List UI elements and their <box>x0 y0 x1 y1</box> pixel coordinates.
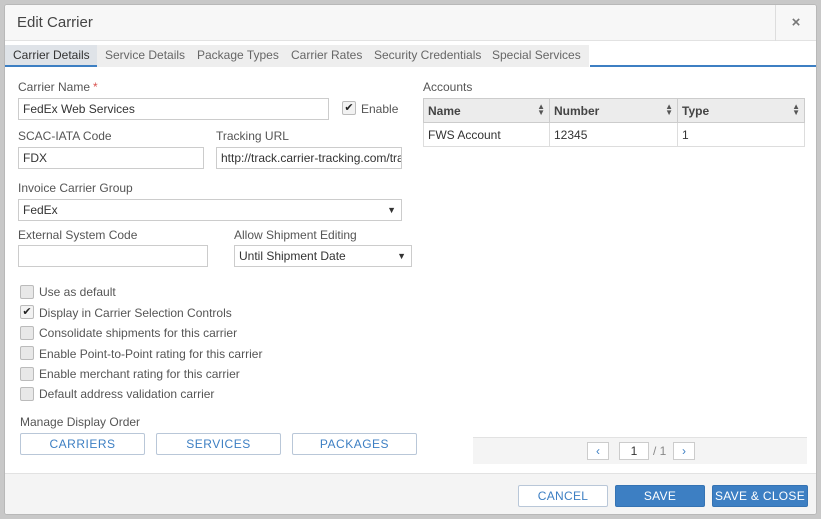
point-to-point-label: Enable Point-to-Point rating for this ca… <box>39 347 263 361</box>
column-label: Number <box>554 103 600 118</box>
allow-editing-select[interactable]: Until Shipment Date ▼ <box>234 245 412 267</box>
display-order-label: Manage Display Order <box>20 415 141 429</box>
display-in-selection-label: Display in Carrier Selection Controls <box>39 306 232 320</box>
use-as-default-label: Use as default <box>39 285 116 299</box>
sort-icon: ▲ ▼ <box>792 102 800 117</box>
prev-page-button[interactable]: ‹ <box>587 442 609 460</box>
tracking-url-label: Tracking URL <box>216 129 289 143</box>
use-as-default-checkbox[interactable] <box>20 285 34 299</box>
edit-carrier-dialog: Edit Carrier × Carrier Details Service D… <box>4 4 817 515</box>
tab-package-types[interactable]: Package Types <box>189 45 288 67</box>
carrier-name-label: Carrier Name * <box>18 80 98 94</box>
chevron-down-icon: ▼ <box>387 205 396 215</box>
merchant-rating-label: Enable merchant rating for this carrier <box>39 367 240 381</box>
close-icon[interactable]: × <box>775 5 816 41</box>
column-header-type[interactable]: Type ▲ ▼ <box>677 98 805 123</box>
allow-editing-value: Until Shipment Date <box>239 249 346 263</box>
checkmark-icon: ✔ <box>22 306 32 318</box>
display-in-selection-checkbox[interactable]: ✔ <box>20 305 34 319</box>
tab-carrier-rates[interactable]: Carrier Rates <box>283 45 372 67</box>
carrier-name-input[interactable]: FedEx Web Services <box>18 98 329 120</box>
sort-icon: ▲ ▼ <box>665 102 673 117</box>
column-label: Name <box>428 103 461 118</box>
sort-icon: ▲ ▼ <box>537 102 545 117</box>
consolidate-shipments-label: Consolidate shipments for this carrier <box>39 326 238 340</box>
column-header-name[interactable]: Name ▲ ▼ <box>423 98 550 123</box>
table-row[interactable]: FWS Account 12345 1 <box>423 122 805 147</box>
column-label: Type <box>682 103 710 118</box>
required-mark: * <box>93 80 98 94</box>
table-header-row: Name ▲ ▼ Number ▲ ▼ Type ▲ ▼ <box>423 98 805 123</box>
merchant-rating-checkbox[interactable] <box>20 367 34 381</box>
column-header-number[interactable]: Number ▲ ▼ <box>549 98 678 123</box>
enable-checkbox[interactable]: ✔ <box>342 101 356 115</box>
invoice-group-label: Invoice Carrier Group <box>18 181 133 195</box>
external-code-input[interactable] <box>18 245 208 267</box>
next-page-button[interactable]: › <box>673 442 695 460</box>
dialog-title: Edit Carrier <box>17 14 93 31</box>
page-number-input[interactable]: 1 <box>619 442 649 460</box>
accounts-table: Name ▲ ▼ Number ▲ ▼ Type ▲ ▼ FWS Account 12345… <box>423 98 805 147</box>
dialog-titlebar: Edit Carrier × <box>5 5 816 41</box>
tab-service-details[interactable]: Service Details <box>97 45 195 67</box>
invoice-group-value: FedEx <box>23 203 58 217</box>
tab-special-services[interactable]: Special Services <box>484 45 590 67</box>
carriers-order-button[interactable]: CARRIERS <box>20 433 145 455</box>
cell-account-type: 1 <box>677 122 805 147</box>
tab-bar: Carrier Details Service Details Package … <box>5 41 816 67</box>
scac-input[interactable]: FDX <box>18 147 204 169</box>
accounts-label: Accounts <box>423 80 473 94</box>
tracking-url-input[interactable]: http://track.carrier-tracking.com/tra <box>216 147 402 169</box>
save-close-button[interactable]: SAVE & CLOSE <box>712 485 808 507</box>
chevron-down-icon: ▼ <box>397 251 406 261</box>
consolidate-shipments-checkbox[interactable] <box>20 326 34 340</box>
cancel-button[interactable]: CANCEL <box>518 485 608 507</box>
address-validation-checkbox[interactable] <box>20 387 34 401</box>
save-button[interactable]: SAVE <box>615 485 705 507</box>
cell-account-number: 12345 <box>549 122 678 147</box>
cell-account-name: FWS Account <box>423 122 550 147</box>
point-to-point-checkbox[interactable] <box>20 346 34 360</box>
tab-carrier-details[interactable]: Carrier Details <box>5 45 99 67</box>
invoice-group-select[interactable]: FedEx ▼ <box>18 199 402 221</box>
dialog-footer: CANCEL SAVE SAVE & CLOSE <box>5 473 816 514</box>
enable-label: Enable <box>361 102 399 116</box>
carrier-name-label-text: Carrier Name <box>18 80 91 94</box>
page-total: / 1 <box>653 444 667 458</box>
accounts-pager: ‹ 1 / 1 › <box>473 437 807 464</box>
allow-editing-label: Allow Shipment Editing <box>234 228 357 242</box>
packages-order-button[interactable]: PACKAGES <box>292 433 417 455</box>
checkmark-icon: ✔ <box>344 102 354 114</box>
tab-security-credentials[interactable]: Security Credentials <box>366 45 491 67</box>
services-order-button[interactable]: SERVICES <box>156 433 281 455</box>
address-validation-label: Default address validation carrier <box>39 387 215 401</box>
scac-label: SCAC-IATA Code <box>18 129 112 143</box>
external-code-label: External System Code <box>18 228 138 242</box>
